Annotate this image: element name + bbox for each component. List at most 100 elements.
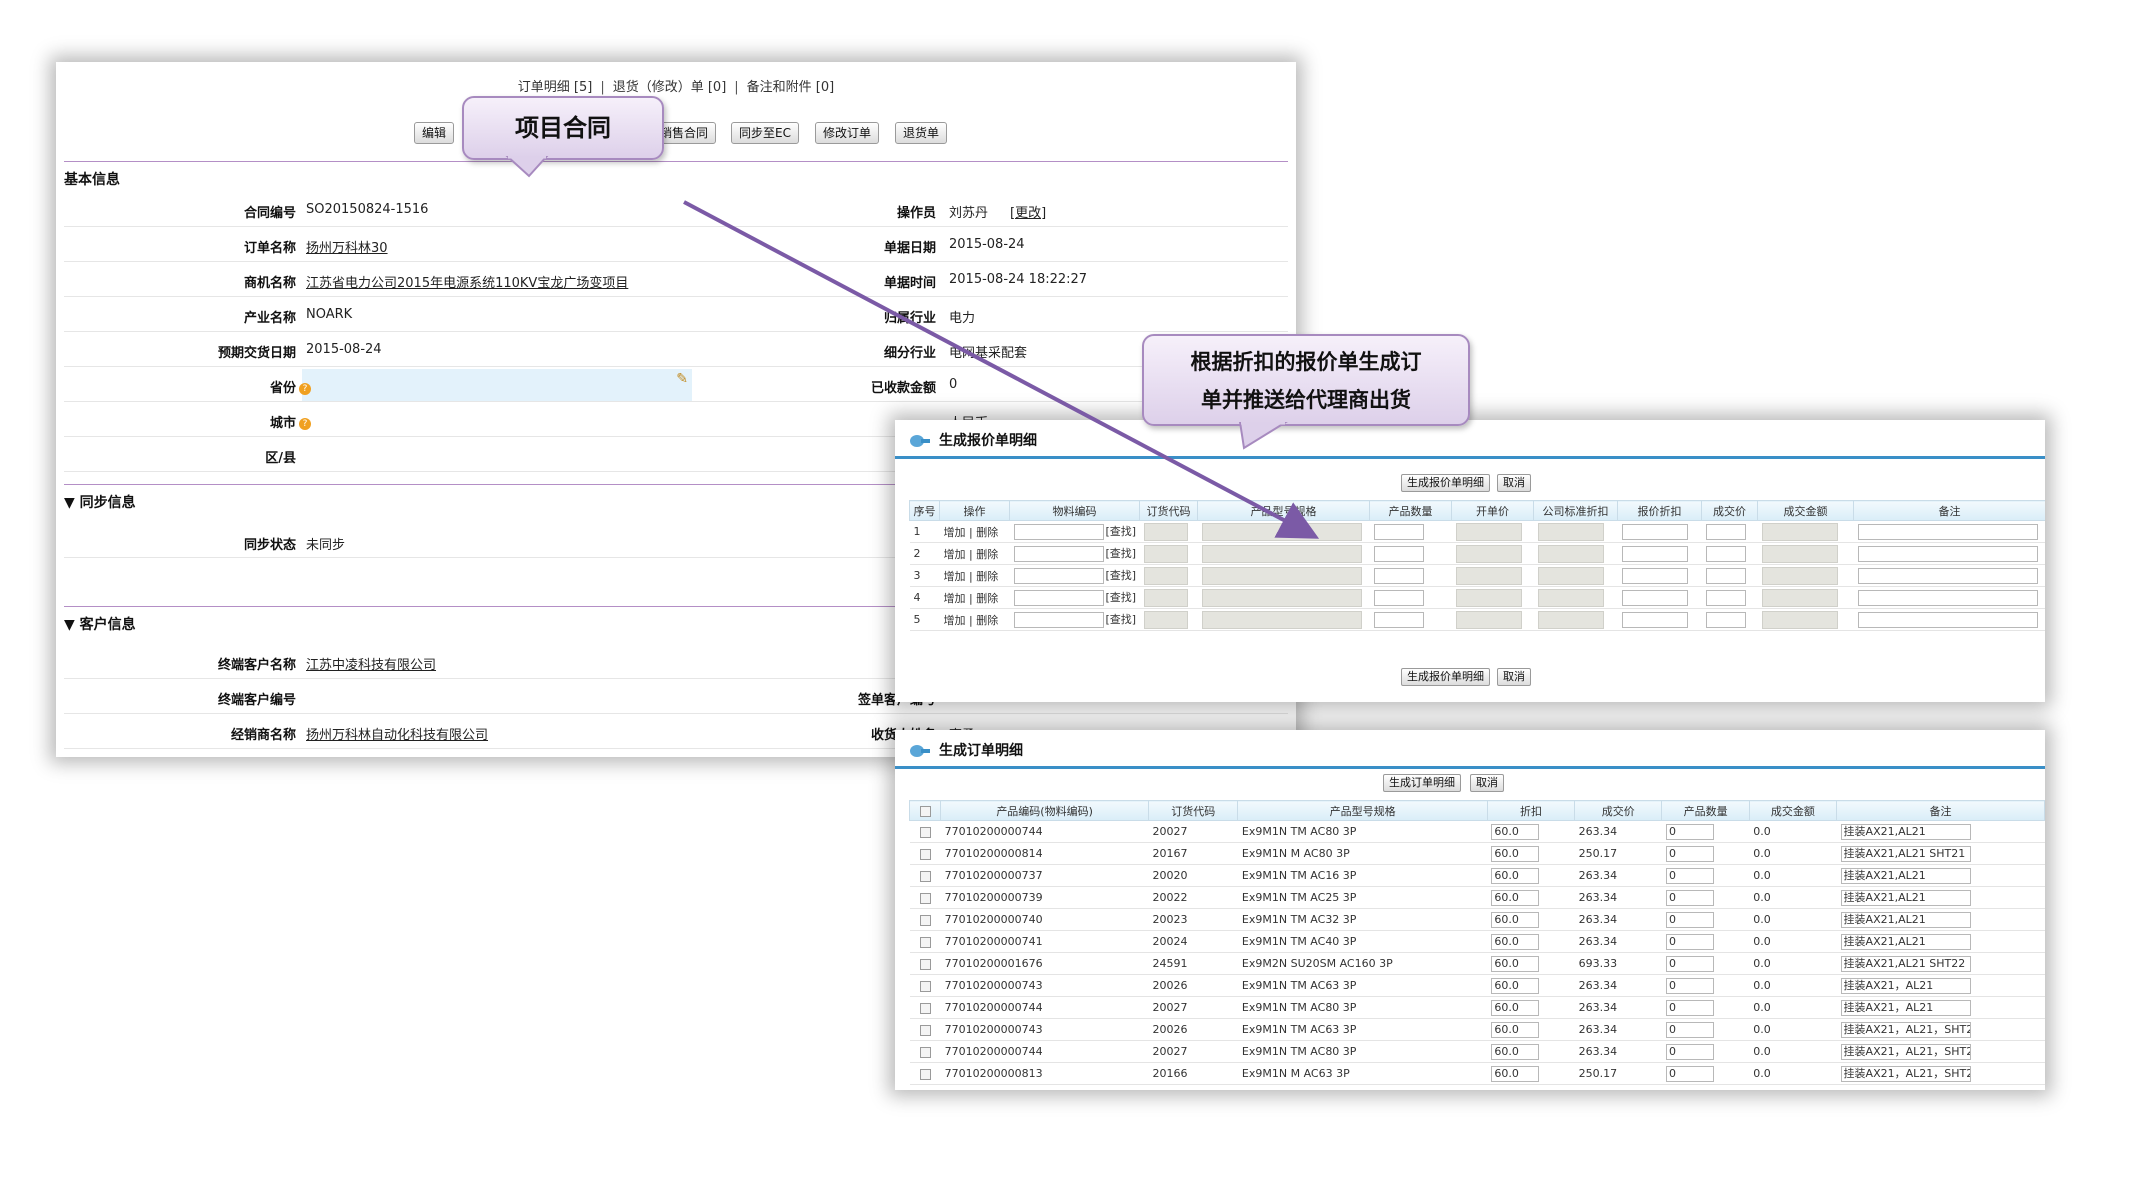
note-input[interactable]: 挂装AX21，AL21，SHT21 — [1840, 1065, 1971, 1082]
sync-ec-button[interactable]: 同步至EC — [731, 122, 799, 144]
discount-input[interactable]: 60.0 — [1491, 867, 1540, 884]
discount-input[interactable]: 60.0 — [1491, 889, 1540, 906]
generate-quote-button[interactable]: 生成报价单明细 — [1401, 474, 1490, 492]
material-code-input[interactable] — [1013, 546, 1104, 562]
input-field[interactable] — [1373, 589, 1424, 606]
discount-input[interactable]: 60.0 — [1491, 933, 1540, 950]
quantity-input[interactable]: 0 — [1665, 911, 1714, 928]
input-field[interactable] — [1705, 523, 1746, 540]
discount-input[interactable]: 60.0 — [1491, 1043, 1540, 1060]
pencil-icon[interactable]: ✎ — [676, 371, 688, 387]
field-value[interactable]: 江苏中凌科技有限公司 — [306, 654, 436, 673]
input-field[interactable] — [1705, 611, 1746, 628]
help-icon[interactable]: ? — [299, 417, 311, 430]
modify-order-button[interactable]: 修改订单 — [815, 122, 880, 144]
row-checkbox[interactable] — [919, 1002, 931, 1014]
quantity-input[interactable]: 0 — [1665, 1021, 1714, 1038]
note-input[interactable]: 挂装AX21,AL21 — [1840, 823, 1971, 840]
quantity-input[interactable]: 0 — [1665, 889, 1714, 906]
cancel-button-bottom[interactable]: 取消 — [1497, 668, 1531, 686]
note-input[interactable]: 挂装AX21,AL21 — [1840, 889, 1971, 906]
help-icon[interactable]: ? — [299, 382, 311, 395]
input-field[interactable] — [1621, 589, 1688, 606]
row-actions[interactable]: 增加 | 删除 — [939, 542, 1010, 565]
quantity-input[interactable]: 0 — [1665, 977, 1714, 994]
generate-order-button[interactable]: 生成订单明细 — [1383, 774, 1461, 792]
quantity-input[interactable]: 0 — [1665, 933, 1714, 950]
note-input[interactable]: 挂装AX21，AL21 — [1840, 977, 1971, 994]
find-link[interactable]: [查找] — [1106, 525, 1137, 538]
input-field[interactable] — [1373, 611, 1424, 628]
discount-input[interactable]: 60.0 — [1491, 845, 1540, 862]
discount-input[interactable]: 60.0 — [1491, 911, 1540, 928]
row-checkbox[interactable] — [919, 826, 931, 838]
row-checkbox[interactable] — [919, 848, 931, 860]
row-checkbox[interactable] — [919, 936, 931, 948]
row-checkbox[interactable] — [919, 980, 931, 992]
row-actions[interactable]: 增加 | 删除 — [939, 564, 1010, 587]
material-code-input[interactable] — [1013, 568, 1104, 584]
input-field[interactable] — [1373, 567, 1424, 584]
select-all-checkbox[interactable] — [919, 805, 931, 817]
find-link[interactable]: [查找] — [1106, 613, 1137, 626]
edit-button[interactable]: 编辑 — [414, 122, 455, 144]
material-code-input[interactable] — [1013, 590, 1104, 606]
input-field[interactable] — [1857, 523, 2038, 540]
input-field[interactable] — [1857, 545, 2038, 562]
link-notes-attachments[interactable]: 备注和附件 [0] — [747, 80, 835, 95]
input-field[interactable] — [1857, 589, 2038, 606]
input-field[interactable] — [1857, 611, 2038, 628]
quantity-input[interactable]: 0 — [1665, 1065, 1714, 1082]
field-value[interactable]: 扬州万科林30 — [306, 237, 388, 256]
quantity-input[interactable]: 0 — [1665, 955, 1714, 972]
material-code-input[interactable] — [1013, 612, 1104, 628]
row-checkbox[interactable] — [919, 914, 931, 926]
input-field[interactable] — [1705, 545, 1746, 562]
row-checkbox[interactable] — [919, 958, 931, 970]
find-link[interactable]: [查找] — [1106, 569, 1137, 582]
input-field[interactable] — [1621, 523, 1688, 540]
link-return-order[interactable]: 退货（修改）单 [0] — [613, 80, 727, 95]
province-input-area[interactable]: ✎ — [302, 369, 692, 402]
return-order-button[interactable]: 退货单 — [895, 122, 948, 144]
change-operator-link[interactable]: [更改] — [1010, 202, 1046, 221]
discount-input[interactable]: 60.0 — [1491, 1021, 1540, 1038]
quantity-input[interactable]: 0 — [1665, 1043, 1714, 1060]
row-checkbox[interactable] — [919, 1068, 931, 1080]
row-actions[interactable]: 增加 | 删除 — [939, 608, 1010, 631]
input-field[interactable] — [1373, 523, 1424, 540]
discount-input[interactable]: 60.0 — [1491, 1065, 1540, 1082]
input-field[interactable] — [1621, 567, 1688, 584]
discount-input[interactable]: 60.0 — [1491, 823, 1540, 840]
row-checkbox[interactable] — [919, 1046, 931, 1058]
quantity-input[interactable]: 0 — [1665, 845, 1714, 862]
note-input[interactable]: 挂装AX21,AL21 SHT22 — [1840, 955, 1971, 972]
input-field[interactable] — [1621, 545, 1688, 562]
row-checkbox[interactable] — [919, 892, 931, 904]
input-field[interactable] — [1705, 567, 1746, 584]
quantity-input[interactable]: 0 — [1665, 999, 1714, 1016]
find-link[interactable]: [查找] — [1106, 591, 1137, 604]
discount-input[interactable]: 60.0 — [1491, 999, 1540, 1016]
note-input[interactable]: 挂装AX21，AL21 — [1840, 999, 1971, 1016]
quantity-input[interactable]: 0 — [1665, 823, 1714, 840]
row-actions[interactable]: 增加 | 删除 — [939, 520, 1010, 543]
input-field[interactable] — [1621, 611, 1688, 628]
discount-input[interactable]: 60.0 — [1491, 955, 1540, 972]
cancel-button[interactable]: 取消 — [1497, 474, 1531, 492]
quantity-input[interactable]: 0 — [1665, 867, 1714, 884]
field-value[interactable]: 扬州万科林自动化科技有限公司 — [306, 724, 488, 743]
row-checkbox[interactable] — [919, 1024, 931, 1036]
note-input[interactable]: 挂装AX21,AL21 — [1840, 867, 1971, 884]
find-link[interactable]: [查找] — [1106, 547, 1137, 560]
material-code-input[interactable] — [1013, 524, 1104, 540]
input-field[interactable] — [1857, 567, 2038, 584]
note-input[interactable]: 挂装AX21,AL21 SHT21 — [1840, 845, 1971, 862]
note-input[interactable]: 挂装AX21，AL21，SHT21 — [1840, 1043, 1971, 1060]
section-customer-info[interactable]: ▼ 客户信息 — [64, 614, 136, 634]
cancel-button[interactable]: 取消 — [1470, 774, 1504, 792]
discount-input[interactable]: 60.0 — [1491, 977, 1540, 994]
input-field[interactable] — [1373, 545, 1424, 562]
link-order-detail[interactable]: 订单明细 [5] — [518, 80, 593, 95]
row-checkbox[interactable] — [919, 870, 931, 882]
